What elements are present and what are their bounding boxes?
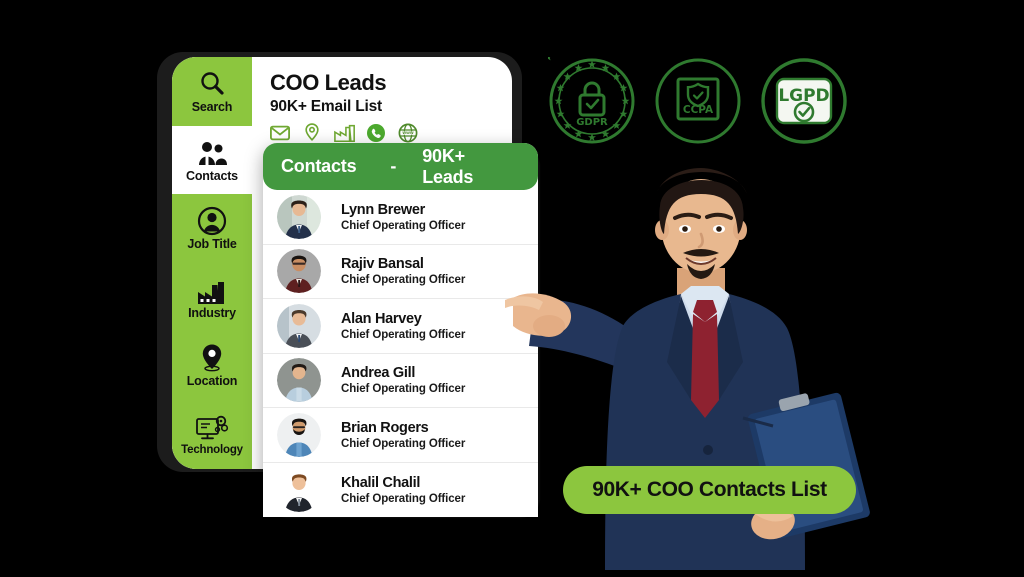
ccpa-badge-label: CCPA: [683, 104, 714, 116]
contacts-header-title: Contacts: [281, 156, 357, 176]
compliance-badges: GDPR CCPA LGPD: [544, 53, 848, 145]
cta-banner[interactable]: 90K+ COO Contacts List: [563, 466, 856, 514]
location-pin-icon: [199, 343, 225, 373]
contact-text: Alan Harvey Chief Operating Officer: [341, 311, 465, 341]
search-icon: [197, 69, 227, 99]
contact-text: Khalil Chalil Chief Operating Officer: [341, 475, 465, 505]
industry-factory-icon: [196, 275, 228, 305]
sidebar: Search Contacts Job Title Industry Locat…: [172, 57, 252, 469]
contacts-icon: [196, 138, 228, 168]
page-subtitle: 90K+ Email List: [270, 98, 383, 116]
contact-name: Andrea Gill: [341, 365, 416, 382]
avatar: [277, 194, 321, 239]
contact-text: Rajiv Bansal Chief Operating Officer: [341, 256, 465, 286]
avatar: [277, 249, 321, 294]
sidebar-item-industry[interactable]: Industry: [172, 262, 252, 332]
contact-text: Andrea Gill Chief Operating Officer: [341, 365, 465, 395]
list-item[interactable]: Lynn Brewer Chief Operating Officer: [263, 190, 538, 245]
sidebar-item-contacts[interactable]: Contacts: [172, 125, 252, 195]
sidebar-item-label: Technology: [181, 443, 243, 456]
contact-role: Chief Operating Officer: [341, 328, 466, 341]
svg-text:WWW: WWW: [402, 131, 413, 135]
contact-name: Rajiv Bansal: [341, 256, 424, 273]
gdpr-badge-icon: GDPR: [544, 53, 636, 145]
contact-role: Chief Operating Officer: [341, 274, 466, 287]
sidebar-item-search[interactable]: Search: [172, 57, 252, 126]
contact-role: Chief Operating Officer: [341, 437, 466, 450]
avatar: [277, 303, 321, 348]
sidebar-item-label: Search: [191, 100, 233, 115]
list-item[interactable]: Brian Rogers Chief Operating Officer: [263, 408, 538, 463]
contacts-header-separator: -: [390, 156, 397, 176]
phone-icon: [366, 123, 386, 143]
industry-factory-icon: [334, 123, 355, 143]
contacts-list: Lynn Brewer Chief Operating Officer Raji…: [263, 190, 538, 517]
feature-icon-row: WWW: [270, 123, 512, 143]
website-globe-icon: WWW: [398, 123, 418, 143]
sidebar-item-technology[interactable]: Technology: [172, 399, 252, 469]
sidebar-item-label: Location: [186, 374, 238, 389]
sidebar-item-label: Job Title: [187, 237, 237, 252]
ccpa-badge-icon: CCPA: [654, 57, 742, 145]
contact-name: Khalil Chalil: [341, 474, 421, 491]
contact-name: Alan Harvey: [341, 310, 422, 327]
contacts-panel-header: Contacts - 90K+ Leads: [263, 143, 538, 190]
list-item[interactable]: Andrea Gill Chief Operating Officer: [263, 353, 538, 408]
email-icon: [270, 123, 290, 143]
technology-icon: [195, 413, 229, 443]
contact-role: Chief Operating Officer: [341, 492, 466, 505]
gdpr-badge-label: GDPR: [576, 117, 608, 128]
location-pin-icon: [302, 123, 322, 143]
contact-text: Brian Rogers Chief Operating Officer: [341, 420, 465, 450]
lgpd-badge-icon: LGPD: [760, 57, 848, 145]
contact-name: Lynn Brewer: [341, 201, 425, 218]
contact-role: Chief Operating Officer: [341, 219, 466, 232]
contact-text: Lynn Brewer Chief Operating Officer: [341, 202, 465, 232]
job-title-icon: [197, 206, 227, 236]
sidebar-item-label: Industry: [188, 305, 236, 320]
list-item[interactable]: Khalil Chalil Chief Operating Officer: [263, 462, 538, 517]
contact-name: Brian Rogers: [341, 419, 429, 436]
avatar: [277, 467, 321, 512]
list-item[interactable]: Alan Harvey Chief Operating Officer: [263, 299, 538, 354]
contact-role: Chief Operating Officer: [341, 383, 466, 396]
cta-label: 90K+ COO Contacts List: [592, 478, 827, 501]
sidebar-item-label: Contacts: [186, 168, 238, 183]
avatar: [277, 412, 321, 457]
list-item[interactable]: Rajiv Bansal Chief Operating Officer: [263, 244, 538, 299]
sidebar-item-job-title[interactable]: Job Title: [172, 194, 252, 263]
sidebar-item-location[interactable]: Location: [172, 331, 252, 400]
page-title: COO Leads: [270, 70, 387, 95]
avatar: [277, 358, 321, 403]
page-root: Search Contacts Job Title Industry Locat…: [0, 0, 1024, 577]
